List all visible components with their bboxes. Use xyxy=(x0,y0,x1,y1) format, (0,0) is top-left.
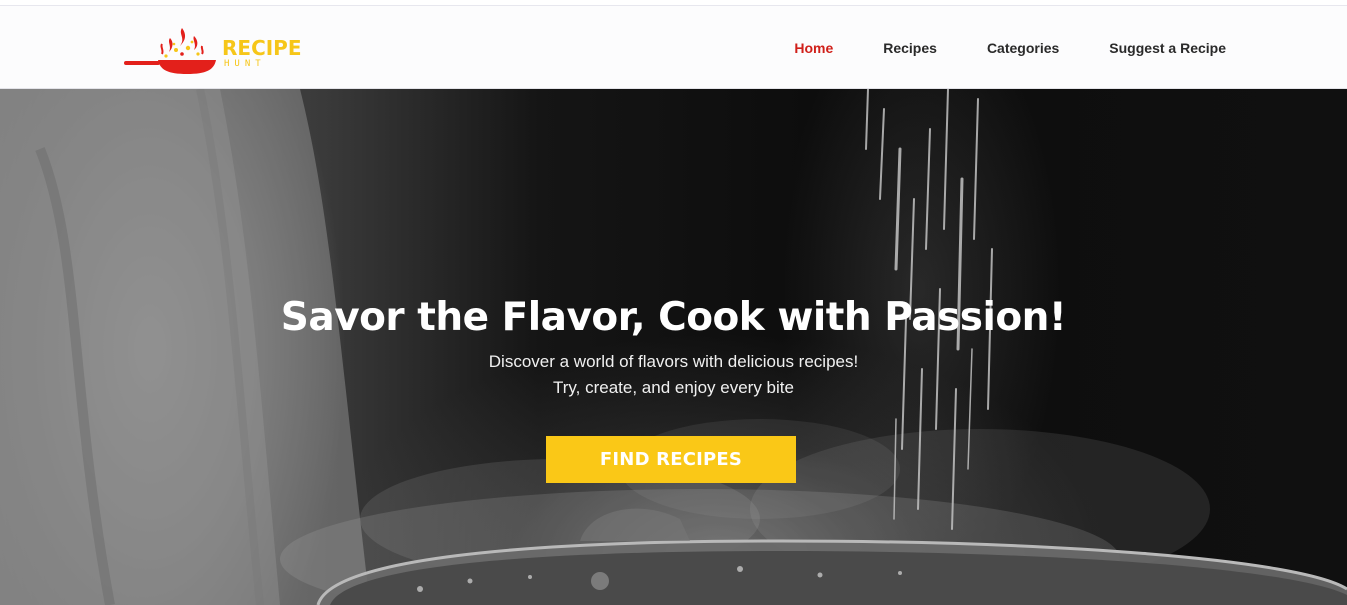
navbar: RECIPE HUNT Home Recipes Categories Sugg… xyxy=(0,6,1347,89)
nav-link-home[interactable]: Home xyxy=(794,40,833,56)
logo-wordmark: RECIPE xyxy=(222,36,302,60)
logo-subtext: HUNT xyxy=(224,59,266,69)
nav-link-suggest-recipe[interactable]: Suggest a Recipe xyxy=(1109,40,1226,56)
hero-section: Savor the Flavor, Cook with Passion! Dis… xyxy=(0,89,1347,605)
nav-link-categories[interactable]: Categories xyxy=(987,40,1059,56)
hero-subtitle-line-1: Discover a world of flavors with delicio… xyxy=(488,352,859,371)
main-nav: Home Recipes Categories Suggest a Recipe xyxy=(744,6,1226,89)
nav-link-recipes[interactable]: Recipes xyxy=(883,40,937,56)
site-logo[interactable]: RECIPE HUNT xyxy=(122,20,302,76)
find-recipes-button[interactable]: FIND RECIPES xyxy=(546,436,796,483)
hero-subtitle-line-2: Try, create, and enjoy every bite xyxy=(553,378,794,397)
frying-pan-icon xyxy=(124,28,216,74)
hero-background-image xyxy=(0,89,1347,605)
hero-title: Savor the Flavor, Cook with Passion! xyxy=(280,295,1067,340)
